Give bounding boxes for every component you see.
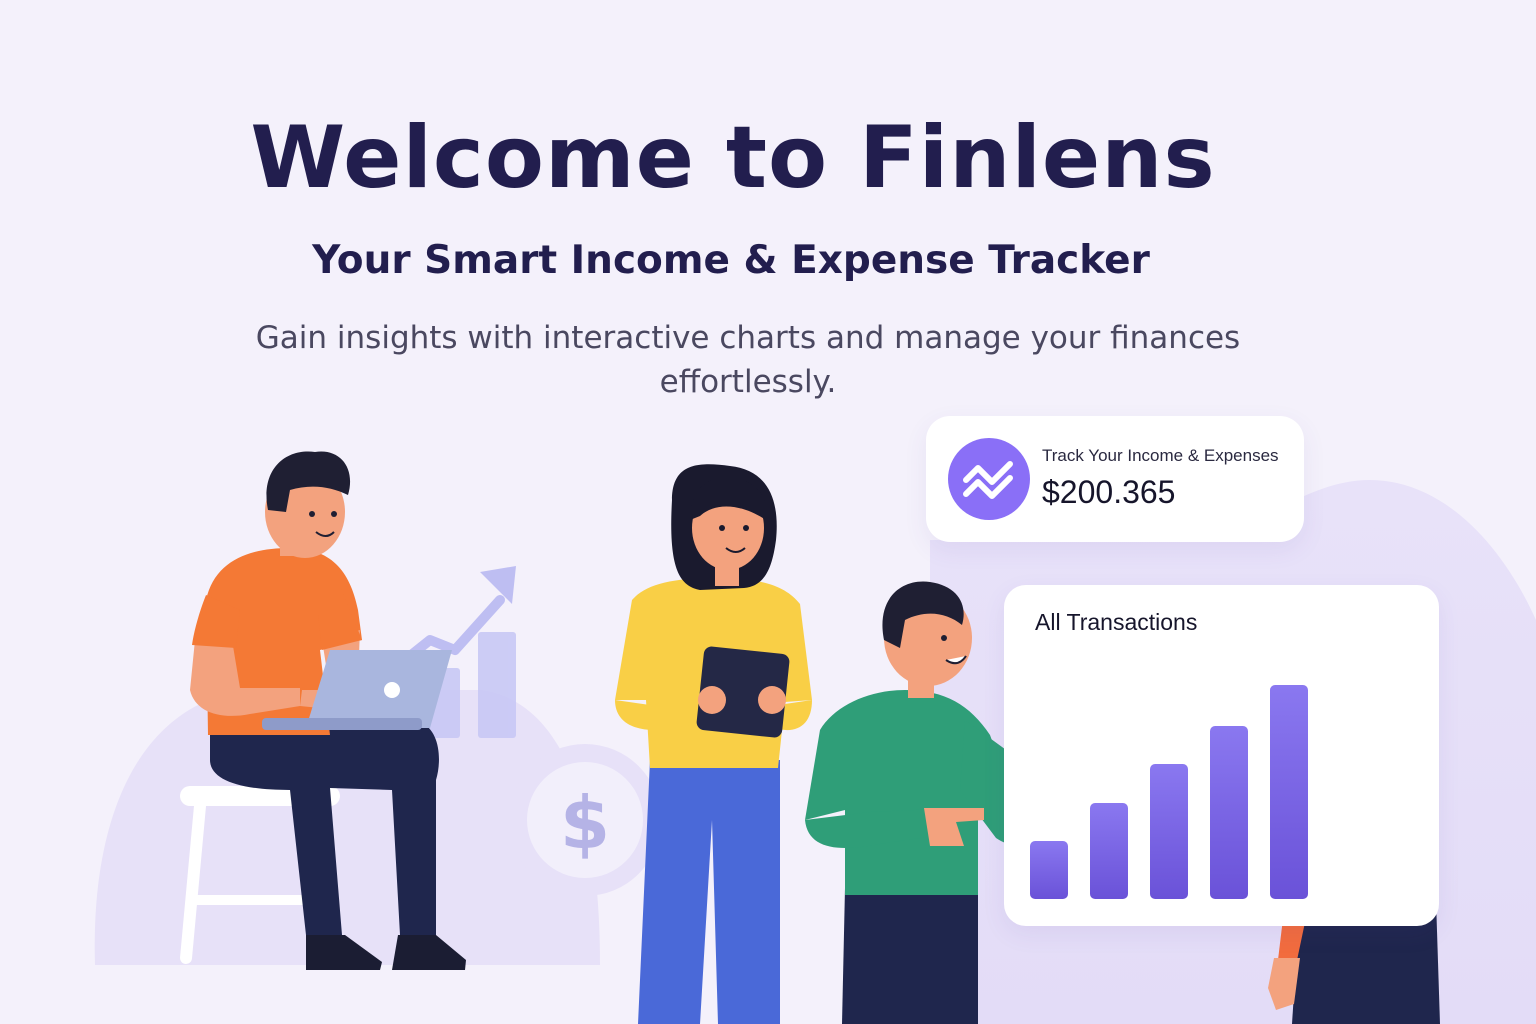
transaction-bar <box>1270 685 1308 899</box>
dollar-symbol: $ <box>560 781 610 865</box>
summary-amount: $200.365 <box>1042 474 1176 510</box>
transaction-bar <box>1210 726 1248 899</box>
page-title: Welcome to Finlens <box>250 108 1216 208</box>
person-with-tablet <box>615 464 812 1024</box>
income-expense-summary-card: Track Your Income & Expenses $200.365 <box>926 416 1304 542</box>
summary-label: Track Your Income & Expenses <box>1042 446 1279 465</box>
dollar-coin-icon: $ <box>509 744 661 896</box>
transaction-bar <box>1150 764 1188 899</box>
trend-chart-icon <box>948 438 1030 520</box>
transactions-bar-chart <box>1030 685 1308 899</box>
page-description: Gain insights with interactive charts an… <box>255 320 1241 400</box>
transaction-bar <box>1030 841 1068 899</box>
page-subtitle: Your Smart Income & Expense Tracker <box>312 238 1150 283</box>
all-transactions-card: All Transactions <box>1004 585 1439 926</box>
transaction-bar <box>1090 803 1128 899</box>
welcome-screen: $ Welcome to Finlens Your Smart Income &… <box>0 0 1536 1024</box>
